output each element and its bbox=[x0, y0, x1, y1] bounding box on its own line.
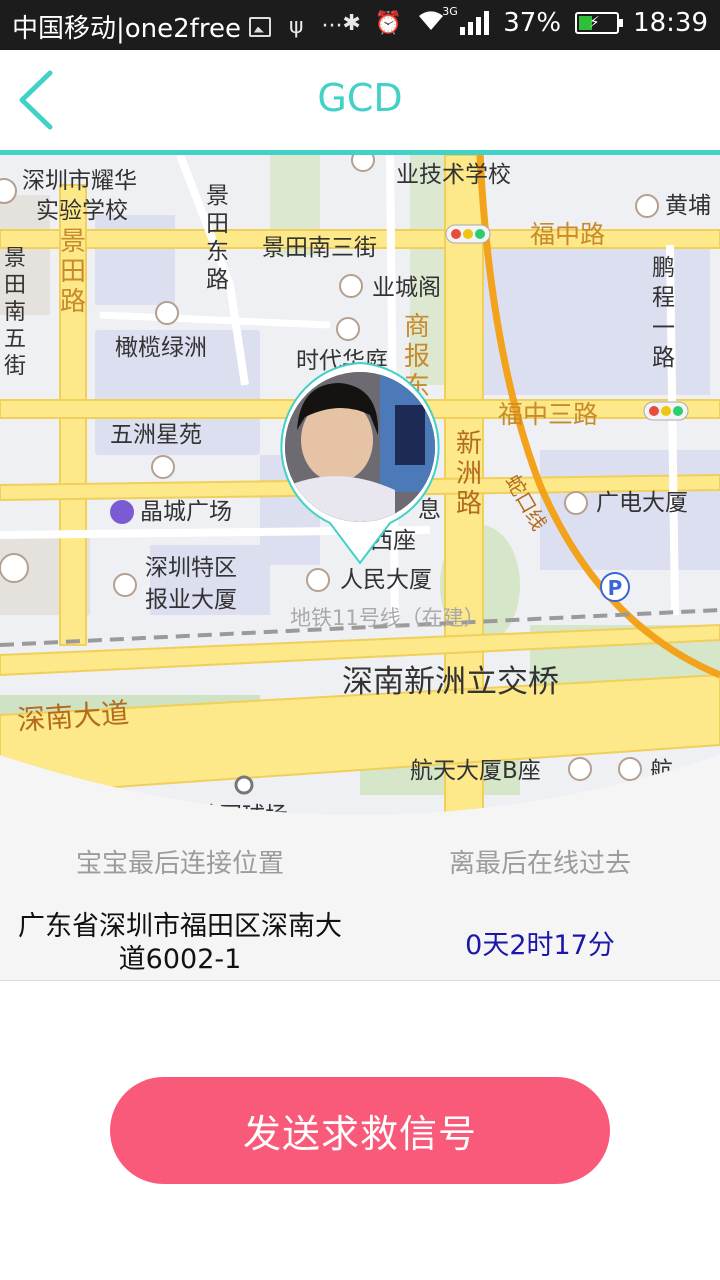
road-label: 景田南五街 bbox=[4, 246, 26, 379]
svg-text:P: P bbox=[608, 576, 623, 600]
map-label: 橄榄绿洲 bbox=[115, 335, 207, 361]
metro-label: 地铁11号线（在建） bbox=[290, 606, 485, 630]
alarm-icon: ⏰ bbox=[374, 10, 403, 36]
last-location-label: 宝宝最后连接位置 bbox=[75, 849, 284, 879]
send-sos-button[interactable]: 发送求救信号 bbox=[110, 1077, 610, 1184]
map-label: 晶城广场 bbox=[140, 499, 232, 525]
parking-icon: P bbox=[600, 572, 630, 602]
network-type: 3G bbox=[442, 5, 458, 18]
map-label: 业城阁 bbox=[372, 275, 441, 301]
more-icon: ··· bbox=[321, 14, 343, 39]
clock: 18:39 bbox=[633, 8, 708, 38]
image-icon bbox=[248, 16, 271, 37]
map-label: 息 bbox=[418, 497, 441, 523]
map-label: 深南新洲立交桥 bbox=[342, 664, 559, 700]
usb-icon: ψ bbox=[288, 14, 304, 39]
location-info-panel: 宝宝最后连接位置 离最后在线过去 广东省深圳市福田区深南大道6002-1 0天2… bbox=[0, 825, 720, 981]
status-bar: 中国移动|one2free ψ ··· ✱ ⏰ 3G 37% ⚡ 18:39 bbox=[0, 0, 720, 50]
signal-icon: 3G bbox=[442, 5, 490, 35]
map-label: 广电大厦 bbox=[596, 490, 688, 516]
map-label: 深圳市耀华 bbox=[22, 168, 137, 194]
map-label: 航天大厦B座 bbox=[410, 758, 541, 784]
map-label: 景田南三街 bbox=[262, 235, 377, 261]
status-left: 中国移动|one2free ψ ··· bbox=[12, 8, 342, 45]
road-label: 福中路 bbox=[530, 220, 605, 249]
carrier-name: 中国移动|one2free bbox=[12, 14, 241, 44]
map-label: 深圳特区 bbox=[145, 555, 237, 581]
map-view[interactable]: P 深圳市耀华 实验学校 景田南三街 业城阁 时代华庭 橄榄绿洲 五洲星苑 晶城… bbox=[0, 155, 720, 835]
battery-charging-icon: ⚡ bbox=[575, 12, 624, 34]
page-title: GCD bbox=[317, 76, 403, 120]
map-label: 五洲星苑 bbox=[110, 422, 202, 448]
map-label: 人民大厦 bbox=[340, 567, 432, 593]
elapsed-time-value: 0天2时17分 bbox=[465, 930, 615, 961]
map-label: 黄埔 bbox=[665, 193, 711, 219]
bluetooth-icon: ✱ bbox=[342, 10, 361, 36]
status-right: ✱ ⏰ 3G 37% ⚡ 18:39 bbox=[342, 5, 708, 38]
map-label: 业技术学校 bbox=[396, 162, 511, 188]
map-label: 实验学校 bbox=[36, 198, 128, 224]
app-bar: GCD bbox=[0, 50, 720, 155]
road-label: 新洲路 bbox=[456, 429, 482, 519]
time-since-label: 离最后在线过去 bbox=[448, 849, 631, 879]
map-label: 报业大厦 bbox=[145, 587, 237, 613]
battery-percent: 37% bbox=[503, 8, 562, 38]
road-label: 福中三路 bbox=[498, 400, 598, 429]
road-label: 景田路 bbox=[60, 227, 86, 317]
address-value: 广东省深圳市福田区深南大道6002-1 bbox=[18, 911, 342, 975]
